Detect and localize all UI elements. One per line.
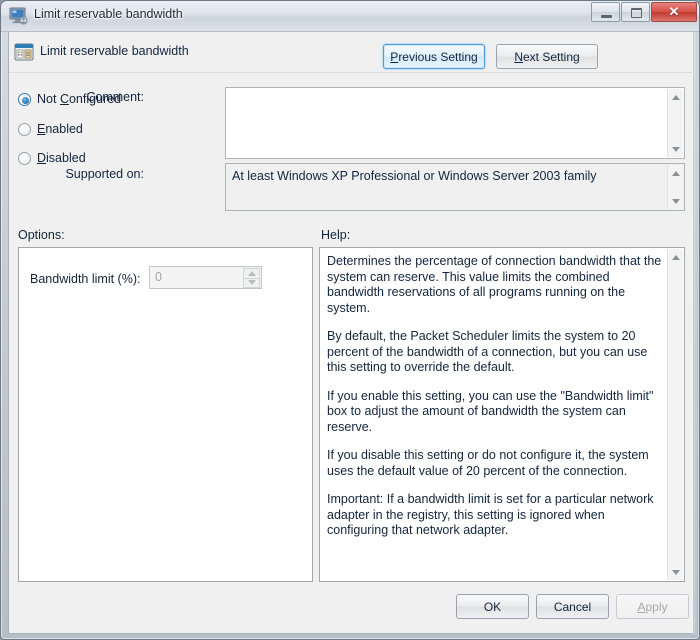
comment-scrollbar[interactable] xyxy=(667,89,683,157)
maximize-icon xyxy=(631,8,642,18)
scroll-up-icon[interactable] xyxy=(668,89,684,105)
stepper-buttons[interactable] xyxy=(243,268,260,288)
scroll-down-icon[interactable] xyxy=(668,193,684,209)
title-bar[interactable]: Limit reservable bandwidth ✕ xyxy=(1,1,699,32)
bandwidth-limit-label: Bandwidth limit (%): xyxy=(30,272,141,286)
window-title: Limit reservable bandwidth xyxy=(34,7,183,21)
scroll-down-icon[interactable] xyxy=(668,141,684,157)
comment-label: Comment: xyxy=(86,90,144,104)
header-divider xyxy=(9,72,695,73)
radio-disabled-label: Disabled xyxy=(37,151,86,165)
minimize-button[interactable] xyxy=(591,2,620,22)
computer-monitor-icon xyxy=(9,7,28,25)
frame-right-edge xyxy=(692,32,699,634)
scroll-down-icon[interactable] xyxy=(668,564,684,580)
supported-scrollbar[interactable] xyxy=(667,165,683,209)
stepper-down-icon[interactable] xyxy=(243,277,260,288)
next-accel: N xyxy=(514,49,523,64)
previous-accel: P xyxy=(390,49,399,64)
scroll-up-icon[interactable] xyxy=(668,249,684,265)
minimize-icon xyxy=(601,15,612,18)
bandwidth-limit-stepper[interactable]: 0 xyxy=(149,266,262,289)
window-controls: ✕ xyxy=(590,2,697,22)
options-panel: Bandwidth limit (%): 0 xyxy=(18,247,313,582)
apply-label-rest: pply xyxy=(645,599,668,614)
help-scrollbar[interactable] xyxy=(667,249,683,580)
next-label-rest: ext Setting xyxy=(522,49,580,64)
previous-label-rest: revious Setting xyxy=(398,49,478,64)
previous-setting-button[interactable]: Previous Setting xyxy=(383,44,485,69)
bandwidth-limit-value: 0 xyxy=(155,270,162,284)
supported-on-field: At least Windows XP Professional or Wind… xyxy=(225,163,685,211)
help-text: Determines the percentage of connection … xyxy=(327,254,662,552)
maximize-button[interactable] xyxy=(621,2,650,22)
radio-dot-icon xyxy=(18,123,31,136)
dialog-client-area: Limit reservable bandwidth Previous Sett… xyxy=(8,32,695,634)
ok-button[interactable]: OK xyxy=(456,594,529,619)
cancel-button[interactable]: Cancel xyxy=(536,594,609,619)
next-setting-button[interactable]: Next Setting xyxy=(496,44,598,69)
help-paragraph: Determines the percentage of connection … xyxy=(327,254,662,315)
dialog-window: Limit reservable bandwidth ✕ Limit reser… xyxy=(0,0,700,640)
radio-dot-icon xyxy=(18,93,31,106)
help-panel: Determines the percentage of connection … xyxy=(319,247,685,582)
help-paragraph: By default, the Packet Scheduler limits … xyxy=(327,329,648,374)
scroll-up-icon[interactable] xyxy=(668,165,684,181)
close-button[interactable]: ✕ xyxy=(651,2,697,22)
setting-title: Limit reservable bandwidth xyxy=(40,44,189,58)
help-paragraph: Important: If a bandwidth limit is set f… xyxy=(327,492,654,537)
policy-setting-icon xyxy=(14,43,34,61)
supported-on-value: At least Windows XP Professional or Wind… xyxy=(232,169,597,183)
radio-dot-icon xyxy=(18,152,31,165)
apply-accel: A xyxy=(637,599,646,614)
help-paragraph: If you enable this setting, you can use … xyxy=(327,388,654,434)
help-paragraph: If you disable this setting or do not co… xyxy=(327,448,649,478)
radio-enabled-label: Enabled xyxy=(37,122,83,136)
supported-on-label: Supported on: xyxy=(65,167,144,181)
apply-button: Apply xyxy=(616,594,689,619)
help-caption: Help: xyxy=(321,228,351,242)
options-caption: Options: xyxy=(18,228,65,242)
close-icon: ✕ xyxy=(668,4,680,19)
comment-input[interactable] xyxy=(225,87,685,159)
